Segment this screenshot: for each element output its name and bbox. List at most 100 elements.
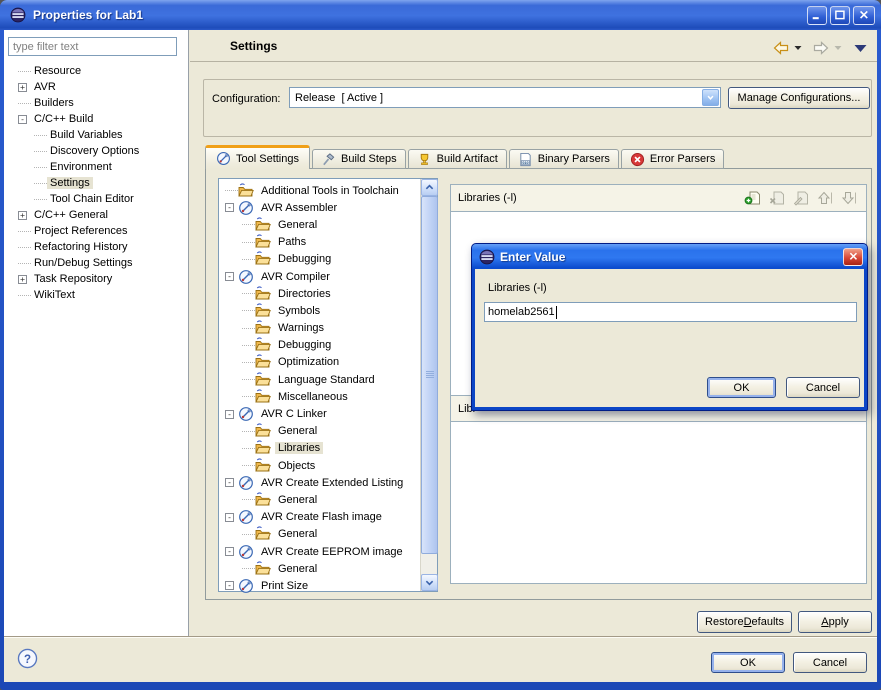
collapse-toggle-icon[interactable]: - bbox=[225, 203, 234, 212]
combo-dropdown-icon[interactable] bbox=[702, 89, 719, 106]
tree-item-settings[interactable]: Settings bbox=[6, 175, 186, 191]
apply-button[interactable]: Apply bbox=[798, 611, 872, 633]
scrollbar-thumb[interactable] bbox=[421, 196, 438, 554]
folder-icon bbox=[255, 389, 271, 405]
tree-connector bbox=[34, 135, 47, 136]
tree-item-avr-c-linker[interactable]: - AVR C Linker bbox=[221, 405, 418, 422]
tab-tool-settings[interactable]: Tool Settings bbox=[205, 145, 310, 169]
tree-connector bbox=[242, 310, 255, 311]
manage-configurations-button[interactable]: Manage Configurations... bbox=[728, 87, 870, 109]
tree-item-avr[interactable]: +AVR bbox=[6, 79, 186, 95]
tree-item-avr-create-flash-image[interactable]: -AVR Create Flash image bbox=[221, 509, 418, 526]
back-arrow-icon[interactable] bbox=[772, 41, 790, 55]
tree-item-debugging[interactable]: Debugging bbox=[221, 251, 418, 268]
add-button[interactable] bbox=[742, 189, 763, 208]
collapse-toggle-icon[interactable]: - bbox=[225, 547, 234, 556]
expand-toggle-icon[interactable]: + bbox=[18, 275, 27, 284]
tree-item-general[interactable]: General bbox=[221, 491, 418, 508]
delete-button bbox=[766, 189, 787, 208]
back-dropdown-icon[interactable] bbox=[794, 45, 802, 51]
tree-item-label: Tool Chain Editor bbox=[47, 193, 137, 205]
tab-build-steps[interactable]: Build Steps bbox=[312, 149, 406, 169]
tree-item-c-c-build[interactable]: -C/C++ Build bbox=[6, 111, 186, 127]
scroll-down-icon[interactable] bbox=[421, 574, 438, 591]
tree-item-miscellaneous[interactable]: Miscellaneous bbox=[221, 388, 418, 405]
dialog-ok-button[interactable]: OK bbox=[707, 377, 776, 398]
tree-item-warnings[interactable]: Warnings bbox=[221, 320, 418, 337]
dialog-close-icon[interactable] bbox=[843, 248, 863, 266]
tree-item-libraries[interactable]: Libraries bbox=[221, 440, 418, 457]
tree-item-general[interactable]: General bbox=[221, 560, 418, 577]
dialog-title: Enter Value bbox=[500, 250, 843, 264]
library-paths-list[interactable] bbox=[450, 421, 867, 584]
tree-item-debugging[interactable]: Debugging bbox=[221, 337, 418, 354]
libraries-panel-header: Libraries (-l) bbox=[450, 184, 867, 212]
tree-item-avr-assembler[interactable]: -AVR Assembler bbox=[221, 199, 418, 216]
tree-item-general[interactable]: General bbox=[221, 216, 418, 233]
tree-item-label: AVR Compiler bbox=[258, 271, 333, 283]
tree-item-print-size[interactable]: -Print Size bbox=[221, 577, 418, 594]
tree-item-general[interactable]: General bbox=[221, 526, 418, 543]
filter-input[interactable] bbox=[8, 37, 177, 56]
tree-item-discovery-options[interactable]: Discovery Options bbox=[6, 143, 186, 159]
dialog-titlebar[interactable]: Enter Value bbox=[472, 244, 867, 269]
tree-item-avr-compiler[interactable]: - AVR Compiler bbox=[221, 268, 418, 285]
tree-item-task-repository[interactable]: +Task Repository bbox=[6, 271, 186, 287]
enter-value-input[interactable]: homelab2561 bbox=[484, 302, 857, 322]
tool-icon bbox=[238, 544, 254, 560]
tree-item-label: General bbox=[275, 219, 320, 231]
tree-item-additional-tools-in-toolchain[interactable]: Additional Tools in Toolchain bbox=[221, 182, 418, 199]
tab-build-artifact[interactable]: Build Artifact bbox=[408, 149, 507, 169]
tree-item-objects[interactable]: Objects bbox=[221, 457, 418, 474]
tree-item-project-references[interactable]: Project References bbox=[6, 223, 186, 239]
cancel-button[interactable]: Cancel bbox=[793, 652, 867, 673]
tree-item-c-c-general[interactable]: +C/C++ General bbox=[6, 207, 186, 223]
window-titlebar[interactable]: Properties for Lab1 bbox=[0, 0, 881, 30]
close-button[interactable] bbox=[853, 6, 875, 25]
folder-icon bbox=[255, 458, 271, 474]
collapse-toggle-icon[interactable]: - bbox=[225, 581, 234, 590]
tree-item-run-debug-settings[interactable]: Run/Debug Settings bbox=[6, 255, 186, 271]
tree-item-avr-create-extended-listing[interactable]: -AVR Create Extended Listing bbox=[221, 474, 418, 491]
tab-error-parsers[interactable]: Error Parsers bbox=[621, 149, 724, 169]
tree-item-label: Environment bbox=[47, 161, 115, 173]
configuration-group: Configuration: Release [ Active ] Manage… bbox=[203, 79, 872, 137]
tree-item-build-variables[interactable]: Build Variables bbox=[6, 127, 186, 143]
tree-item-paths[interactable]: Paths bbox=[221, 234, 418, 251]
tree-item-symbols[interactable]: Symbols bbox=[221, 302, 418, 319]
properties-window: Properties for Lab1 Resource+AVRBuilders… bbox=[0, 0, 881, 690]
dialog-cancel-button[interactable]: Cancel bbox=[786, 377, 860, 398]
tree-item-refactoring-history[interactable]: Refactoring History bbox=[6, 239, 186, 255]
tree-item-general[interactable]: General bbox=[221, 423, 418, 440]
tree-item-optimization[interactable]: Optimization bbox=[221, 354, 418, 371]
tree-item-resource[interactable]: Resource bbox=[6, 63, 186, 79]
help-icon[interactable]: ? bbox=[17, 648, 38, 669]
forward-dropdown-icon bbox=[834, 45, 842, 51]
expand-toggle-icon[interactable]: + bbox=[18, 83, 27, 92]
maximize-button[interactable] bbox=[830, 6, 850, 25]
tree-item-wikitext[interactable]: WikiText bbox=[6, 287, 186, 303]
minimize-button[interactable] bbox=[807, 6, 827, 25]
tab-binary-parsers[interactable]: 010Binary Parsers bbox=[509, 149, 619, 169]
tree-item-builders[interactable]: Builders bbox=[6, 95, 186, 111]
tree-item-tool-chain-editor[interactable]: Tool Chain Editor bbox=[6, 191, 186, 207]
forward-arrow-icon[interactable] bbox=[812, 41, 830, 55]
collapse-toggle-icon[interactable]: - bbox=[18, 115, 27, 124]
collapse-toggle-icon[interactable]: - bbox=[225, 513, 234, 522]
tree-item-directories[interactable]: Directories bbox=[221, 285, 418, 302]
tree-item-avr-create-eeprom-image[interactable]: -AVR Create EEPROM image bbox=[221, 543, 418, 560]
ok-button[interactable]: OK bbox=[711, 652, 785, 673]
tree-item-environment[interactable]: Environment bbox=[6, 159, 186, 175]
collapse-toggle-icon[interactable]: - bbox=[225, 272, 234, 281]
scroll-up-icon[interactable] bbox=[421, 179, 438, 196]
collapse-toggle-icon[interactable]: - bbox=[225, 478, 234, 487]
tree-item-language-standard[interactable]: Language Standard bbox=[221, 371, 418, 388]
collapse-toggle-icon[interactable]: - bbox=[225, 410, 234, 419]
view-menu-icon[interactable] bbox=[854, 44, 867, 53]
restore-defaults-button[interactable]: Restore Defaults bbox=[697, 611, 792, 633]
expand-toggle-icon[interactable]: + bbox=[18, 211, 27, 220]
tree-scrollbar[interactable] bbox=[420, 179, 437, 591]
tree-item-label: AVR C Linker bbox=[258, 408, 330, 420]
move-down-button bbox=[838, 189, 859, 208]
configuration-select[interactable]: Release [ Active ] bbox=[289, 87, 721, 108]
